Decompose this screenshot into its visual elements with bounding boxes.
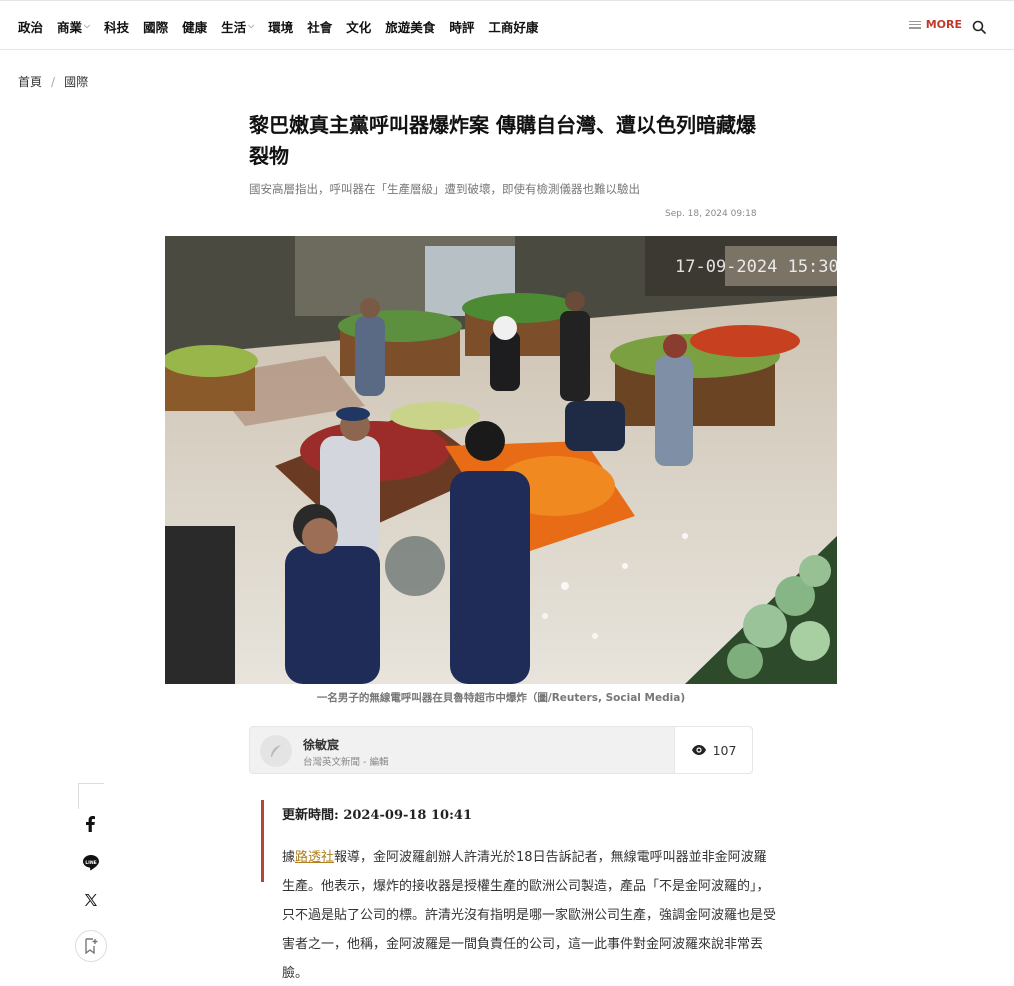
article-subtitle: 國安高層指出，呼叫器在「生產層級」遭到破壞，即使有檢測儀器也難以驗出 [249,182,640,196]
view-count: 107 [674,727,752,773]
image-caption: 一名男子的無線電呼叫器在貝魯特超市中爆炸（圖/Reuters, Social M… [316,692,686,704]
nav-item-tech[interactable]: 科技 [104,17,129,36]
publish-date: Sep. 18, 2024 09:18 [665,209,757,219]
svg-text:LINE: LINE [85,859,97,865]
nav-item-politics[interactable]: 政治 [18,17,43,36]
nav-item-culture[interactable]: 文化 [346,17,371,36]
nav-item-health[interactable]: 健康 [182,17,207,36]
more-menu-button[interactable]: MORE [908,18,962,31]
chevron-down-icon: ⌵ [84,21,91,30]
share-divider [78,783,104,784]
image-overlay-timestamp: 17-09-2024 15:30 [675,257,837,277]
facebook-icon[interactable] [75,808,107,840]
breadcrumb-separator: / [51,74,56,89]
article-headline: 黎巴嫩真主黨呼叫器爆炸案 傳購自台灣、遭以色列暗藏爆裂物 [249,113,756,168]
nav-item-world[interactable]: 國際 [143,17,168,36]
share-divider [78,783,79,809]
nav-item-opinion[interactable]: 時評 [449,17,474,36]
reuters-link[interactable]: 路透社 [295,850,334,865]
chevron-down-icon: ⌵ [248,21,255,30]
article-hero-image: 17-09-2024 15:30 [165,236,837,684]
nav-item-travel-food[interactable]: 旅遊美食 [385,17,435,36]
search-icon[interactable] [972,20,986,34]
nav-item-business[interactable]: 商業 ⌵ [57,17,90,36]
more-label: MORE [925,18,962,31]
main-nav: 政治 商業 ⌵ 科技 國際 健康 生活 ⌵ 環境 社會 文化 旅遊美食 時評 工商好… [18,1,552,51]
nav-item-life[interactable]: 生活 ⌵ [221,17,254,36]
line-icon[interactable]: LINE [75,846,107,878]
author-name[interactable]: 徐敏宸 [303,736,339,753]
bookmark-icon[interactable] [75,930,107,962]
breadcrumb-home-link[interactable]: 首頁 [18,73,42,90]
view-count-value: 107 [712,742,737,758]
x-icon[interactable] [75,884,107,916]
updated-time: 更新時間: 2024-09-18 10:41 [282,808,472,823]
article-body: 據路透社報導，金阿波羅創辦人許清光於18日告訴記者，無線電呼叫器並非金阿波羅生產… [282,850,777,981]
nav-item-promotions[interactable]: 工商好康 [488,17,538,36]
breadcrumb-section-link[interactable]: 國際 [64,73,88,90]
author-avatar[interactable] [260,735,292,767]
nav-item-society[interactable]: 社會 [307,17,332,36]
supermarket-scene-image: 17-09-2024 15:30 [165,236,837,684]
author-card: 徐敏宸 台灣英文新聞 - 編輯 107 [249,726,753,774]
author-organization: 台灣英文新聞 - 編輯 [303,757,389,768]
update-accent-bar [261,800,264,882]
hamburger-icon [908,20,921,29]
breadcrumb: 首頁 / 國際 [18,73,88,90]
top-navigation-bar: 政治 商業 ⌵ 科技 國際 健康 生活 ⌵ 環境 社會 文化 旅遊美食 時評 工商好… [0,0,1014,50]
feather-icon [271,745,281,757]
nav-item-environment[interactable]: 環境 [268,17,293,36]
eye-icon [691,745,706,755]
